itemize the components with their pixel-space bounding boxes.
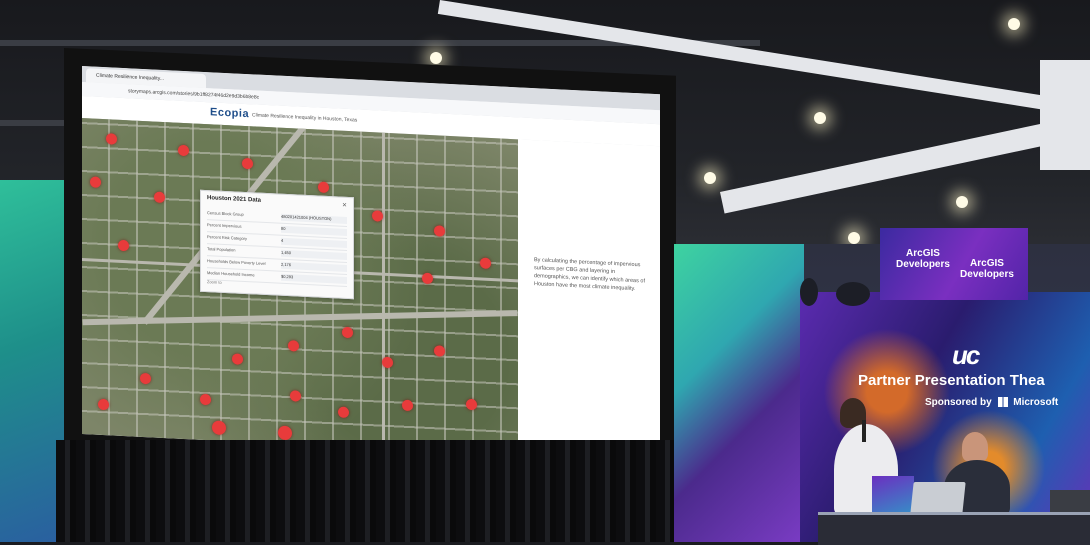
story-side-panel: By calculating the percentage of impervi… <box>518 139 660 463</box>
hotspot-marker[interactable] <box>372 210 383 222</box>
popup-row-label: Percent Impervious <box>207 222 242 229</box>
popup-row-label: Percent Risk Category <box>207 234 248 242</box>
presenter-head <box>962 432 988 462</box>
sponsor-line: Sponsored by Microsoft <box>925 397 1058 408</box>
close-icon[interactable]: ✕ <box>342 202 347 209</box>
hotspot-marker[interactable] <box>288 340 299 352</box>
stage-curtain <box>56 440 674 542</box>
hotspot-marker[interactable] <box>422 272 433 285</box>
hotspot-marker[interactable] <box>278 425 292 441</box>
hotspot-marker[interactable] <box>342 326 353 339</box>
storymap-title: Climate Resilience Inequality in Houston… <box>252 112 358 124</box>
sign-line: Developers <box>960 269 1014 280</box>
laptop <box>1050 490 1090 514</box>
hotspot-marker[interactable] <box>140 372 151 385</box>
hotspot-marker[interactable] <box>318 181 329 194</box>
hotspot-marker[interactable] <box>466 398 477 411</box>
map-popup[interactable]: Houston 2021 Data ✕ Census Block Group 4… <box>200 189 354 300</box>
popup-row-value: 2,176 <box>281 261 347 272</box>
ceiling-light <box>704 172 716 184</box>
hotspot-marker[interactable] <box>118 239 129 252</box>
story-paragraph: By calculating the percentage of impervi… <box>534 257 645 293</box>
sign-line: ArcGIS <box>906 248 940 259</box>
booth-title: Partner Presentation Thea <box>858 372 1045 389</box>
laptop <box>910 482 966 514</box>
hotspot-marker[interactable] <box>402 399 413 412</box>
uc-logo: uc <box>952 340 980 370</box>
popup-row-value: 480201421004 (HOUSTON) <box>281 213 347 224</box>
ceiling-light <box>814 112 826 124</box>
speaker <box>836 282 870 306</box>
sign-text: ArcGIS Developers <box>888 248 958 270</box>
hotspot-marker[interactable] <box>434 225 445 237</box>
microphone <box>862 420 866 442</box>
hotspot-marker[interactable] <box>154 191 165 204</box>
sign-line: ArcGIS <box>970 258 1004 269</box>
sponsor-name: Microsoft <box>1013 397 1059 408</box>
road <box>382 132 385 449</box>
ceiling-light <box>430 52 442 64</box>
hotspot-marker[interactable] <box>480 257 491 270</box>
sign-line: Developers <box>896 259 950 270</box>
hotspot-marker[interactable] <box>434 345 445 357</box>
hotspot-marker[interactable] <box>242 157 253 170</box>
ecopia-logo: Ecopia <box>210 106 250 121</box>
popup-title: Houston 2021 Data <box>207 195 262 204</box>
popup-row-label: Total Population <box>207 246 236 253</box>
popup-row-label: Households Below Poverty Level <box>207 258 266 266</box>
popup-row-value: 1,450 <box>281 249 347 260</box>
popup-row-value: $0,293 <box>281 273 347 284</box>
hotspot-marker[interactable] <box>178 144 189 157</box>
hotspot-marker[interactable] <box>98 398 109 411</box>
hotspot-marker[interactable] <box>232 353 243 365</box>
ceiling-light <box>848 232 860 244</box>
speaker <box>800 278 818 306</box>
popup-row-value: 80 <box>281 225 347 236</box>
ceiling-light <box>1008 18 1020 30</box>
hotspot-marker[interactable] <box>338 406 349 419</box>
microsoft-logo-icon <box>998 397 1009 408</box>
booth-graphic-panel <box>674 244 804 542</box>
hotspot-marker[interactable] <box>382 356 393 369</box>
sign-text: ArcGIS Developers <box>952 258 1022 280</box>
hotspot-marker[interactable] <box>106 133 117 145</box>
popup-zoom-link[interactable]: Zoom to <box>207 279 222 285</box>
hotspot-marker[interactable] <box>200 393 211 406</box>
hotspot-marker[interactable] <box>290 390 301 402</box>
ceiling-light <box>956 196 968 208</box>
arcgis-developers-sign: ArcGIS Developers ArcGIS Developers <box>880 228 1028 300</box>
popup-row-value: 4 <box>281 237 347 248</box>
ceiling-column <box>1040 60 1090 170</box>
popup-row-label: Census Block Group <box>207 210 244 217</box>
hotspot-marker[interactable] <box>212 420 226 436</box>
presenter-table <box>818 512 1090 545</box>
hotspot-marker[interactable] <box>90 176 101 188</box>
sponsor-prefix: Sponsored by <box>925 397 992 408</box>
projection-screen: Climate Resilience Inequality... storyma… <box>82 66 660 463</box>
popup-row-label: Median Household Income <box>207 270 255 278</box>
